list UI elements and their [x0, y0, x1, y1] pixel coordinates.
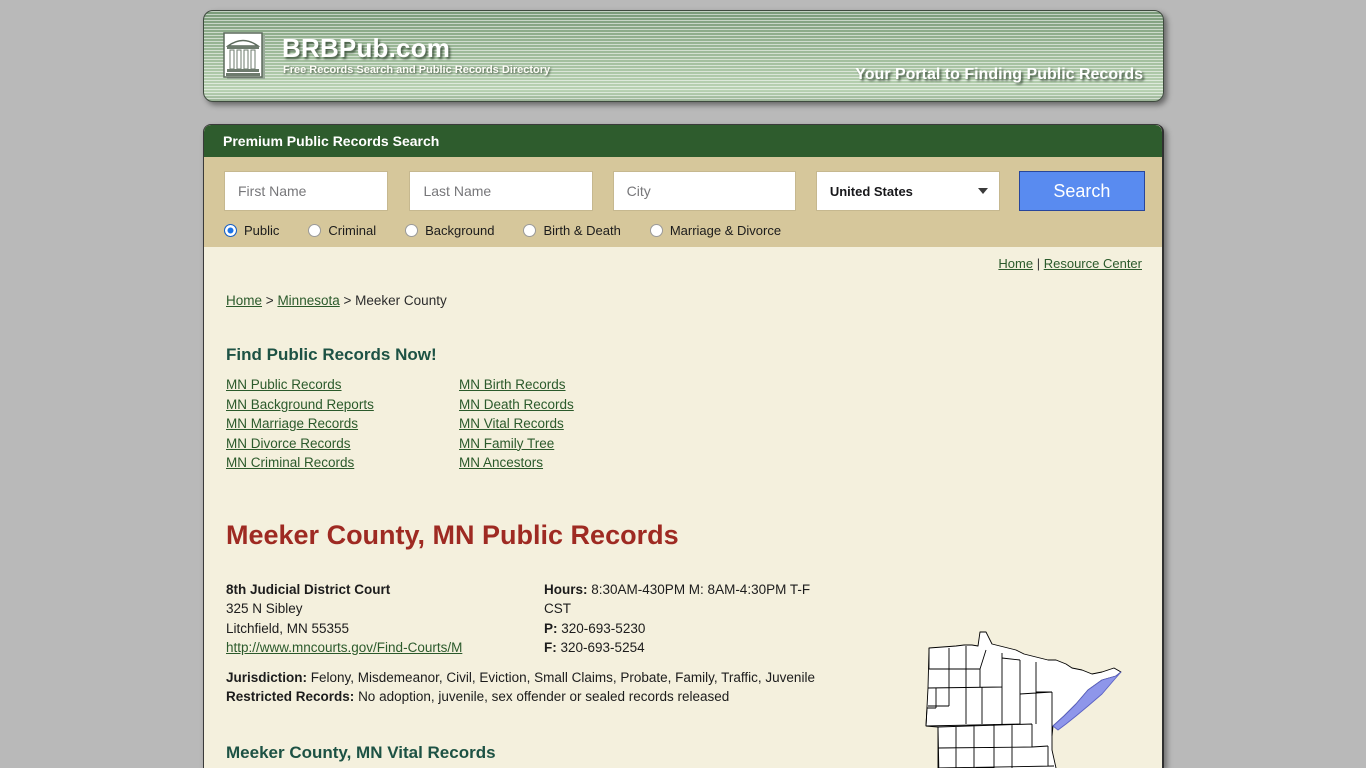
court-address-column: 8th Judicial District Court 325 N Sibley…: [226, 580, 544, 658]
last-name-placeholder: Last Name: [423, 183, 492, 199]
jurisdiction-value: Felony, Misdemeanor, Civil, Eviction, Sm…: [310, 669, 815, 685]
courthouse-icon: [221, 32, 269, 84]
country-select-value: United States: [829, 183, 913, 199]
link-mn-divorce-records[interactable]: MN Divorce Records: [226, 434, 459, 454]
nav-resource-center-link[interactable]: Resource Center: [1044, 256, 1142, 271]
find-records-column-left: MN Public Records MN Background Reports …: [226, 375, 459, 473]
nav-home-link[interactable]: Home: [998, 256, 1033, 271]
fax-label: F:: [544, 640, 557, 655]
link-mn-family-tree[interactable]: MN Family Tree: [459, 434, 574, 454]
content-card: Premium Public Records Search First Name…: [203, 124, 1164, 768]
search-panel: First Name Last Name City United States …: [204, 157, 1162, 247]
breadcrumb-home[interactable]: Home: [226, 293, 262, 308]
phone-label: P:: [544, 620, 558, 636]
radio-criminal-label: Criminal: [328, 223, 377, 238]
record-type-radio-group: Public Criminal Background Birth & Death…: [224, 223, 1145, 238]
banner-tagline: Your Portal to Finding Public Records: [855, 66, 1143, 83]
last-name-input[interactable]: Last Name: [409, 171, 593, 211]
page-body: Home | Resource Center Home > Minnesota …: [204, 247, 1162, 768]
court-address-line2: Litchfield, MN 55355: [226, 620, 350, 636]
court-website-link[interactable]: http://www.mncourts.gov/Find-Courts/M: [226, 640, 462, 655]
brand-title: BRBPub.com: [282, 33, 451, 63]
site-banner: BRBPub.com Free Records Search and Publi…: [203, 10, 1164, 102]
breadcrumb-sep-2: >: [343, 293, 352, 308]
link-mn-background-reports[interactable]: MN Background Reports: [226, 395, 459, 415]
premium-search-header: Premium Public Records Search: [204, 125, 1162, 157]
minnesota-county-map: [916, 628, 1136, 768]
radio-marriage-divorce-dot[interactable]: [649, 224, 663, 237]
country-select[interactable]: United States: [815, 171, 1000, 211]
find-records-column-right: MN Birth Records MN Death Records MN Vit…: [459, 375, 574, 473]
search-fields-row: First Name Last Name City United States …: [224, 171, 1145, 211]
radio-birth-death-dot[interactable]: [523, 224, 537, 237]
hours-label: Hours:: [544, 581, 588, 597]
first-name-placeholder: First Name: [238, 183, 307, 199]
nav-separator: |: [1036, 256, 1041, 271]
radio-public-dot[interactable]: [224, 224, 237, 237]
link-mn-public-records[interactable]: MN Public Records: [226, 375, 459, 395]
restricted-records-value: No adoption, juvenile, sex offender or s…: [358, 689, 730, 704]
city-input[interactable]: City: [612, 171, 796, 211]
hours-value-line2: CST: [544, 601, 571, 616]
radio-birth-death[interactable]: Birth & Death: [523, 223, 621, 238]
jurisdiction-label: Jurisdiction:: [226, 669, 308, 685]
link-mn-vital-records[interactable]: MN Vital Records: [459, 414, 574, 434]
city-placeholder: City: [626, 183, 651, 199]
breadcrumb-sep-1: >: [265, 293, 274, 308]
link-mn-ancestors[interactable]: MN Ancestors: [459, 453, 574, 473]
page-root: BRBPub.com Free Records Search and Publi…: [0, 0, 1366, 768]
link-mn-criminal-records[interactable]: MN Criminal Records: [226, 453, 459, 473]
search-button-label: Search: [1053, 180, 1111, 201]
breadcrumb-current: Meeker County: [355, 293, 447, 308]
search-button[interactable]: Search: [1018, 171, 1145, 211]
find-records-heading: Find Public Records Now!: [226, 345, 437, 364]
court-name: 8th Judicial District Court: [226, 581, 391, 597]
hours-value: 8:30AM-430PM M: 8AM-4:30PM T-F: [591, 581, 811, 597]
radio-marriage-divorce-label: Marriage & Divorce: [669, 223, 782, 238]
radio-criminal[interactable]: Criminal: [308, 223, 376, 238]
utility-nav: Home | Resource Center: [226, 247, 1142, 271]
radio-public[interactable]: Public: [224, 223, 279, 238]
radio-background-dot[interactable]: [405, 224, 419, 237]
radio-background[interactable]: Background: [405, 223, 494, 238]
radio-criminal-dot[interactable]: [308, 224, 322, 237]
link-mn-birth-records[interactable]: MN Birth Records: [459, 375, 574, 395]
link-mn-death-records[interactable]: MN Death Records: [459, 395, 574, 415]
first-name-input[interactable]: First Name: [224, 171, 389, 211]
breadcrumb-minnesota[interactable]: Minnesota: [277, 293, 339, 308]
phone-value: 320-693-5230: [561, 620, 646, 636]
radio-marriage-divorce[interactable]: Marriage & Divorce: [649, 223, 782, 238]
page-title: Meeker County, MN Public Records: [226, 519, 679, 550]
radio-birth-death-label: Birth & Death: [543, 223, 621, 238]
restricted-records-label: Restricted Records:: [226, 689, 355, 704]
fax-value: 320-693-5254: [560, 640, 645, 655]
radio-public-label: Public: [244, 223, 280, 238]
chevron-down-icon: [977, 188, 988, 194]
breadcrumb: Home > Minnesota > Meeker County: [226, 293, 1142, 308]
court-contact-column: Hours: 8:30AM-430PM M: 8AM-4:30PM T-F CS…: [544, 580, 810, 658]
premium-search-title: Premium Public Records Search: [223, 133, 440, 149]
radio-background-label: Background: [425, 223, 495, 238]
court-address-line1: 325 N Sibley: [226, 601, 303, 616]
link-mn-marriage-records[interactable]: MN Marriage Records: [226, 414, 459, 434]
brand-subtitle: Free Records Search and Public Records D…: [283, 64, 551, 76]
find-records-link-columns: MN Public Records MN Background Reports …: [226, 375, 1142, 473]
